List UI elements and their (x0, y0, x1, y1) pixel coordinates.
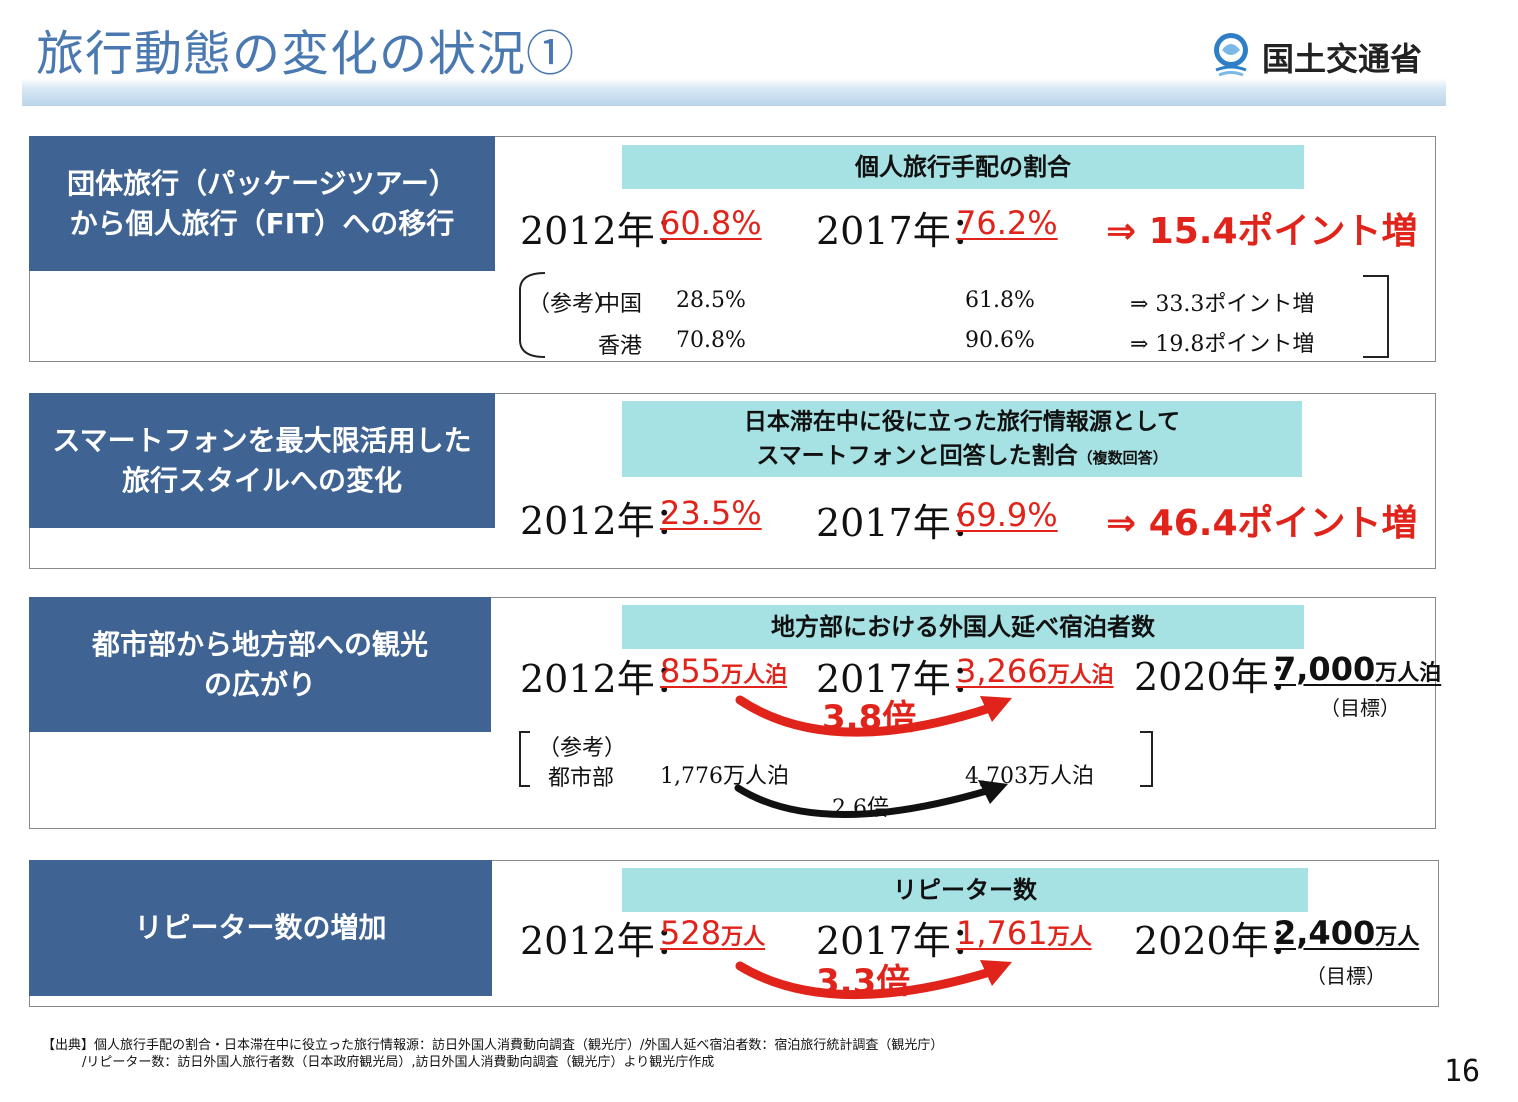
source-line: /リピーター数：訪日外国人旅行者数（日本政府観光局）,訪日外国人消費動向調査（観… (82, 1055, 715, 1070)
page-number: 16 (1444, 1054, 1481, 1089)
growth-multiplier: 3.3倍 (816, 962, 911, 1002)
growth-arrow-repeaters (735, 960, 1012, 1000)
